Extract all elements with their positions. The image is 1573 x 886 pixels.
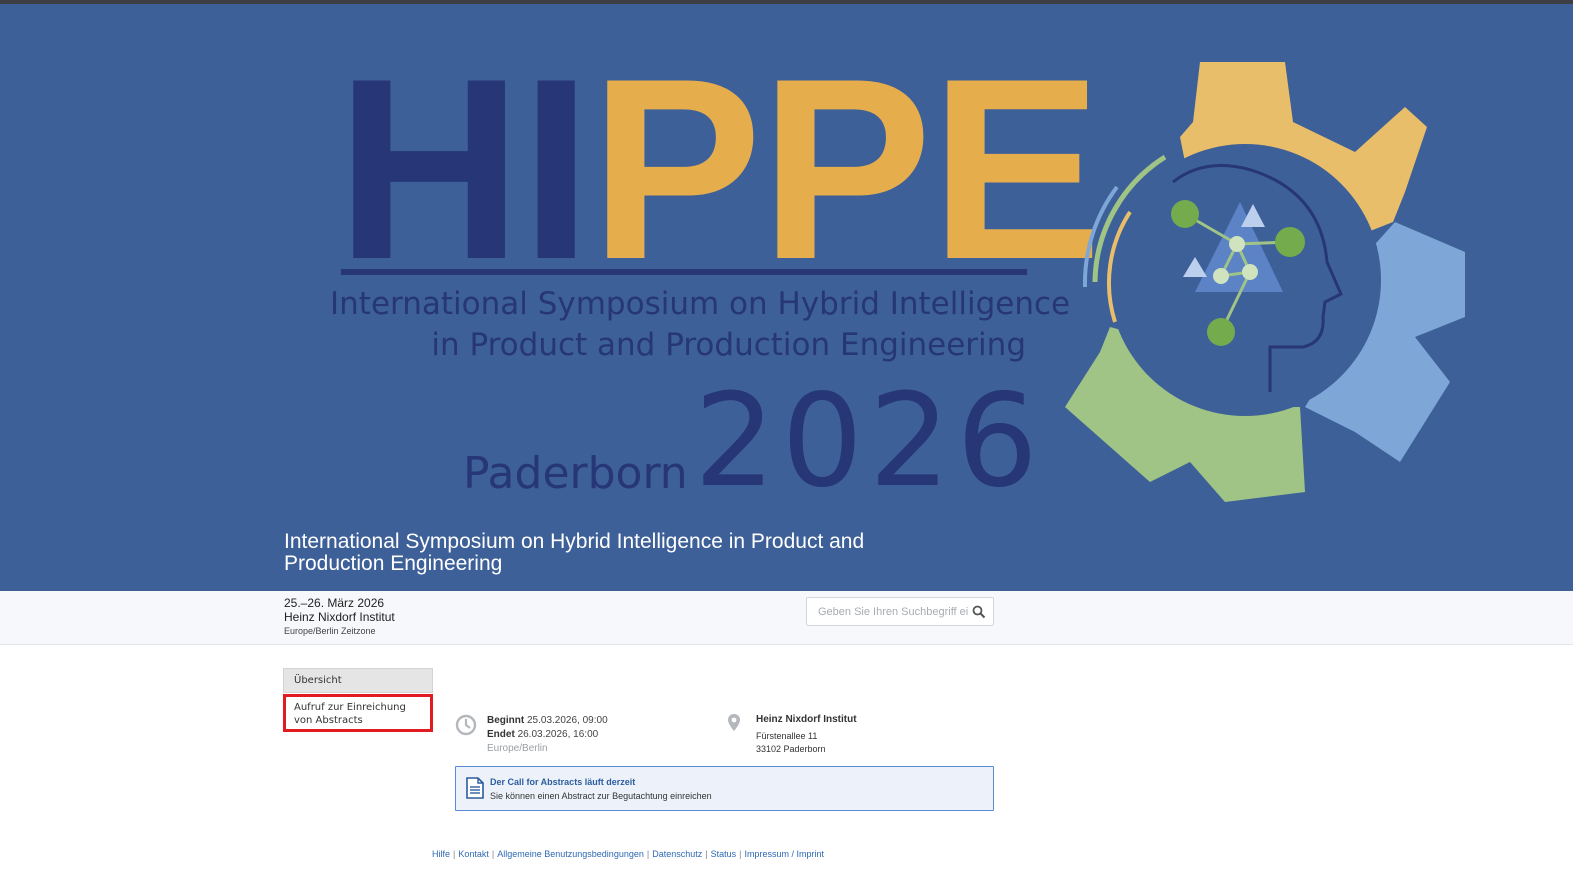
search-input[interactable] [807, 598, 969, 625]
footer-links: Hilfe | Kontakt | Allgemeine Benutzungsbedin… [432, 848, 824, 860]
footer-link-contact[interactable]: Kontakt [458, 849, 489, 859]
footer-link-help[interactable]: Hilfe [432, 849, 450, 859]
logo-divider [341, 269, 1027, 275]
location-city: 33102 Paderborn [756, 744, 826, 754]
footer-link-imprint[interactable]: Impressum / Imprint [744, 849, 824, 859]
logo-subtitle: International Symposium on Hybrid Intell… [330, 284, 1071, 366]
logo-year: 2026 [694, 367, 1044, 516]
gear-head-logo-icon [1065, 62, 1465, 502]
event-venue: Heinz Nixdorf Institut [284, 610, 395, 624]
footer-link-status[interactable]: Status [711, 849, 737, 859]
ends-value: 26.03.2026, 16:00 [517, 729, 599, 740]
event-timezone: Europe/Berlin Zeitzone [284, 626, 376, 636]
location-text: Heinz Nixdorf Institut Fürstenallee 11 3… [756, 713, 857, 756]
nav-item-call-for-abstracts[interactable]: Aufruf zur Einreichung von Abstracts [283, 694, 433, 732]
document-icon [466, 777, 484, 799]
location-street: Fürstenallee 11 [756, 731, 818, 741]
begins-label: Beginnt [487, 715, 525, 726]
logo-city: Paderborn [463, 448, 688, 499]
logo-subtitle-line1: International Symposium on Hybrid Intell… [330, 286, 1071, 322]
event-info-bar: 25.–26. März 2026 Heinz Nixdorf Institut… [0, 591, 1573, 645]
footer-separator: | [491, 849, 495, 859]
nav-item-overview[interactable]: Übersicht [283, 668, 433, 693]
search-icon[interactable] [972, 605, 986, 619]
footer-link-privacy[interactable]: Datenschutz [652, 849, 702, 859]
call-for-abstracts-notice[interactable]: Der Call for Abstracts läuft derzeit Sie… [455, 766, 994, 811]
event-title: International Symposium on Hybrid Intell… [284, 530, 865, 575]
event-banner: HI PPE International Symposium on Hybrid… [0, 4, 1573, 591]
map-pin-icon [728, 714, 740, 731]
search-box [806, 597, 994, 626]
begins-value: 25.03.2026, 09:00 [527, 715, 608, 726]
logo-letters-ppe: PPE [590, 24, 1102, 313]
footer-separator: | [646, 849, 650, 859]
schedule-text: Beginnt 25.03.2026, 09:00 Endet 26.03.20… [487, 714, 608, 756]
footer-link-terms[interactable]: Allgemeine Benutzungsbedingungen [497, 849, 644, 859]
logo-subtitle-line2: in Product and Production Engineering [431, 327, 1026, 363]
clock-icon [455, 714, 477, 736]
sidebar-nav: Übersicht Aufruf zur Einreichung von Abs… [283, 668, 433, 732]
location-name: Heinz Nixdorf Institut [756, 714, 857, 725]
cfa-text: Sie können einen Abstract zur Begutachtu… [490, 791, 712, 801]
schedule-timezone: Europe/Berlin [487, 743, 548, 754]
event-dates: 25.–26. März 2026 [284, 596, 385, 610]
cfa-title[interactable]: Der Call for Abstracts läuft derzeit [490, 776, 635, 788]
ends-label: Endet [487, 729, 515, 740]
logo-letters-hi: HI [336, 24, 592, 313]
footer-separator: | [705, 849, 708, 859]
